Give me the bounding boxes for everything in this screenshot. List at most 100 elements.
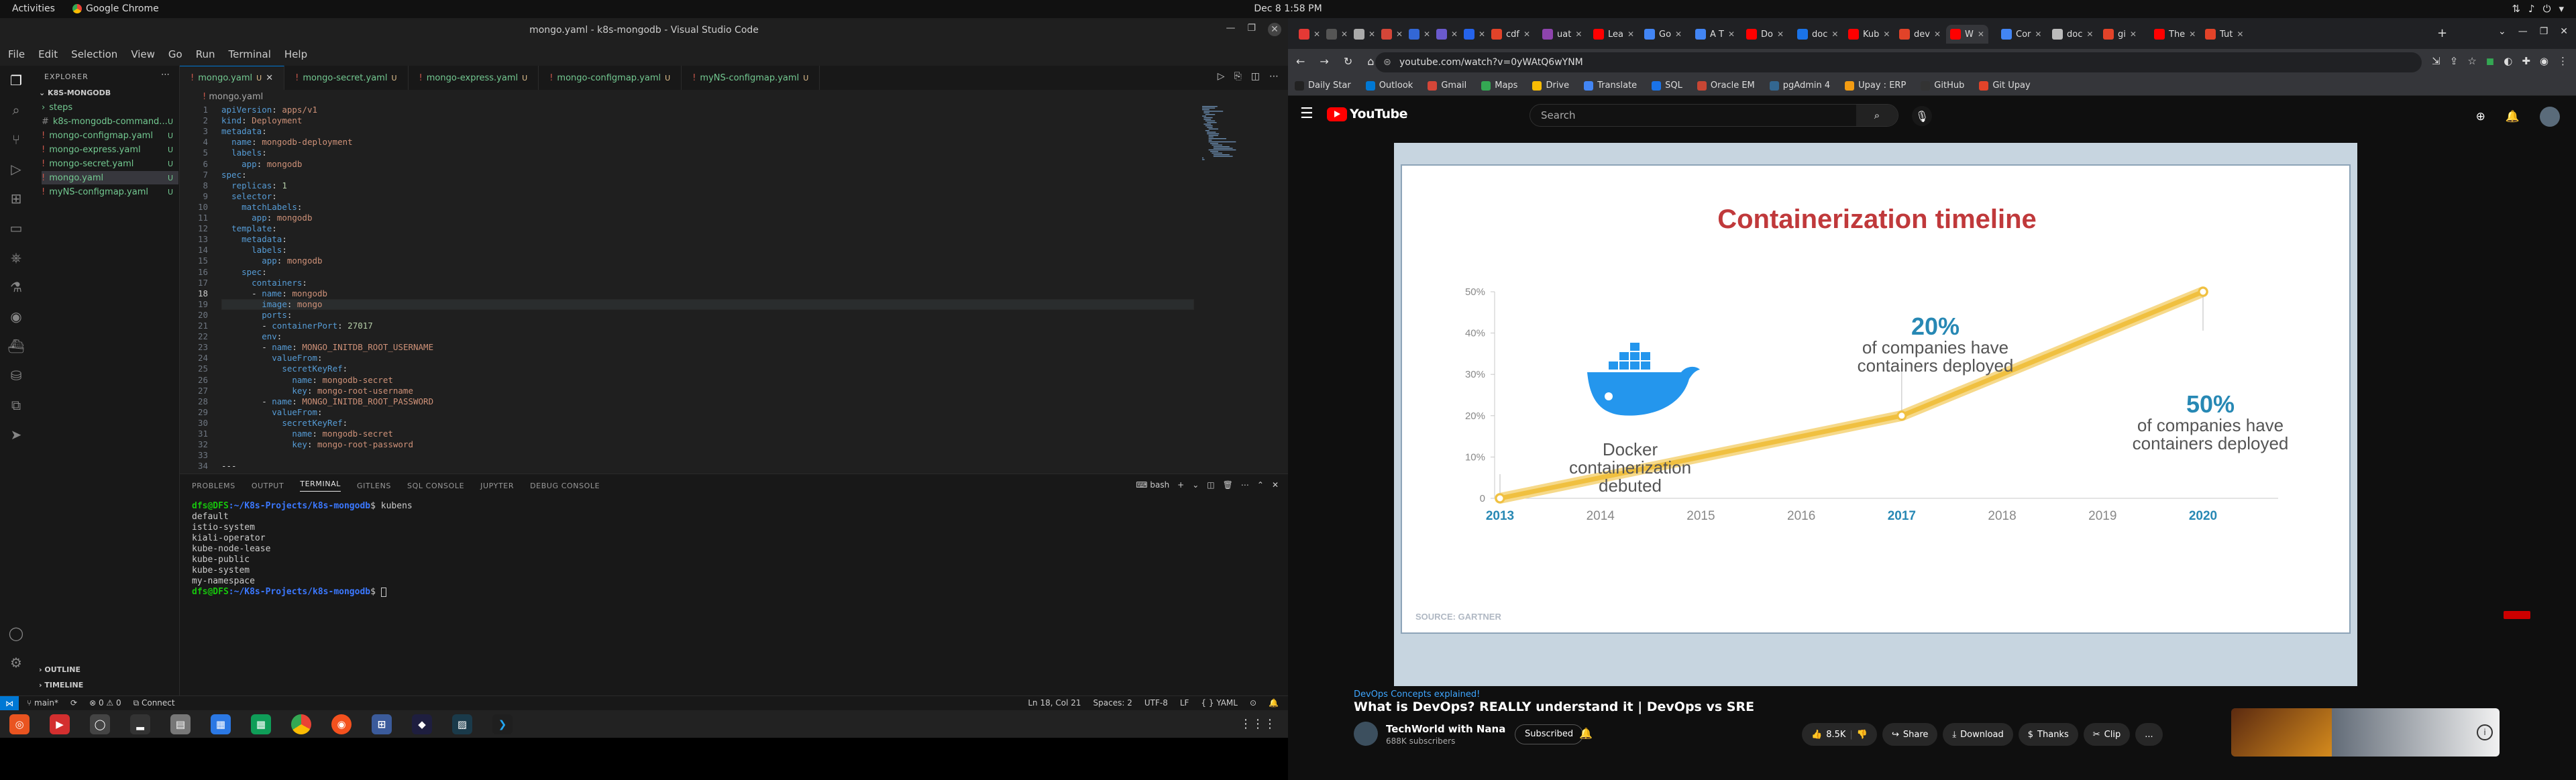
tab-close-icon[interactable]: ✕ (1627, 30, 1634, 39)
run-debug-icon[interactable]: ▷ (7, 160, 25, 178)
browser-tab[interactable]: Kub ✕ (1844, 25, 1894, 44)
browser-tab[interactable]: gi ✕ (2099, 25, 2141, 44)
bell-icon[interactable]: 🔔 (1269, 698, 1279, 708)
file-tree-item[interactable]: ! myNS-configmap.yaml U (42, 185, 178, 199)
app-icon[interactable]: ⊞ (372, 714, 392, 734)
editor-tab-active[interactable]: ! mongo.yaml U ✕ (180, 66, 285, 90)
browser-tab[interactable]: ✕ (1322, 25, 1352, 44)
tab-sql-console[interactable]: SQL CONSOLE (407, 482, 464, 490)
language-mode[interactable]: { } YAML (1201, 698, 1238, 708)
tab-close-icon[interactable]: ✕ (2189, 30, 2196, 39)
tab-close-icon[interactable]: ✕ (1451, 30, 1458, 39)
activities-button[interactable]: Activities (12, 3, 55, 14)
new-tab-icon[interactable]: + (2437, 26, 2447, 40)
extensions-icon[interactable]: ⊞ (7, 189, 25, 208)
docs-icon[interactable]: ▦ (211, 714, 231, 734)
bookmark-item[interactable]: pgAdmin 4 (1769, 80, 1830, 91)
clock[interactable]: Dec 8 1:58 PM (1221, 3, 1355, 14)
timeline-section[interactable]: › TIMELINE (39, 681, 83, 689)
account-icon[interactable]: ◯ (7, 624, 25, 643)
tab-jupyter[interactable]: JUPYTER (480, 482, 514, 490)
video-player[interactable]: Containerization timeline 0 10% 20% 30% 40% 5… (1394, 143, 2357, 686)
site-info-icon[interactable]: ⊜ (1383, 52, 1391, 72)
file-tree-item[interactable]: ! mongo-express.yaml U (42, 143, 178, 156)
browser-tab[interactable]: Lea ✕ (1589, 25, 1638, 44)
share-button[interactable]: ↪ Share (1882, 723, 1938, 746)
hamburger-menu-icon[interactable]: ☰ (1300, 105, 1313, 122)
menu-selection[interactable]: Selection (71, 48, 117, 60)
code-editor[interactable]: 1 apiVersion: apps/v1 2 kind: Deployment 3 me… (180, 105, 1288, 473)
bell-icon[interactable]: 🔔 (1579, 727, 1593, 740)
trash-icon[interactable]: 🗑 (1223, 480, 1233, 490)
browser-tab[interactable]: W ✕ (1946, 25, 1988, 44)
split-editor-icon[interactable]: ◫ (1251, 71, 1260, 82)
postman-icon[interactable]: ◉ (331, 714, 352, 734)
menu-run[interactable]: Run (196, 48, 215, 60)
line-endings[interactable]: LF (1180, 698, 1189, 708)
bookmark-star-icon[interactable]: ☆ (2467, 55, 2476, 67)
copy-icon[interactable]: ⧉ (7, 396, 25, 414)
tab-close-icon[interactable]: ✕ (1728, 30, 1735, 39)
browser-tab[interactable]: ✕ (1405, 25, 1434, 44)
tab-close-icon[interactable]: ✕ (1575, 30, 1582, 39)
browser-tab[interactable]: cdf ✕ (1487, 25, 1534, 44)
editor-tab[interactable]: ! myNS-configmap.yaml U (682, 66, 820, 90)
editor-tab[interactable]: ! mongo-secret.yaml U (284, 66, 409, 90)
subscribe-button[interactable]: Subscribed (1515, 724, 1584, 744)
breadcrumb[interactable]: ! mongo.yaml (180, 90, 1288, 105)
menu-file[interactable]: File (8, 48, 25, 60)
explorer-icon[interactable]: ❐ (7, 71, 25, 90)
chrome-icon[interactable] (291, 714, 311, 734)
ad-banner[interactable]: i (2231, 708, 2500, 757)
show-apps-icon[interactable]: ⋮⋮⋮ (1240, 717, 1276, 731)
tab-close-icon[interactable]: ✕ (2237, 30, 2243, 39)
app-icon[interactable]: ▶ (50, 714, 70, 734)
menu-terminal[interactable]: Terminal (229, 48, 271, 60)
browser-tab[interactable]: Do ✕ (1742, 25, 1788, 44)
project-folder[interactable]: ⌄ K8S-MONGODB (39, 89, 111, 97)
terminal-output[interactable]: dfs@DFS:~/K8s-Projects/k8s-mongodb$ kube… (192, 501, 413, 598)
info-icon[interactable]: i (2477, 724, 2493, 740)
split-terminal-icon[interactable]: ◫ (1207, 480, 1214, 490)
send-icon[interactable]: ➤ (7, 425, 25, 444)
app-icon[interactable]: ▨ (452, 714, 472, 734)
browser-tab[interactable]: ✕ (1377, 25, 1407, 44)
tab-debug-console[interactable]: DEBUG CONSOLE (530, 482, 600, 490)
maximize-icon[interactable]: ❐ (1247, 23, 1256, 36)
app-icon[interactable]: ◯ (90, 714, 110, 734)
sync-icon[interactable]: ⟳ (70, 698, 77, 708)
menu-help[interactable]: Help (284, 48, 307, 60)
connect-status[interactable]: ⧉ Connect (133, 698, 175, 708)
bookmark-item[interactable]: Drive (1532, 80, 1569, 91)
youtube-logo[interactable]: YouTube (1327, 107, 1407, 121)
share-icon[interactable]: ⇪ (2450, 55, 2459, 67)
database-icon[interactable]: ⛁ (7, 366, 25, 385)
files-icon[interactable]: ▤ (170, 714, 191, 734)
file-tree-item[interactable]: ! mongo-secret.yaml U (42, 157, 178, 170)
menu-view[interactable]: View (131, 48, 155, 60)
indentation[interactable]: Spaces: 2 (1093, 698, 1132, 708)
bookmark-item[interactable]: Outlook (1365, 80, 1413, 91)
minimize-icon[interactable]: — (1226, 23, 1235, 36)
ubuntu-icon[interactable]: ◎ (9, 714, 30, 734)
extension-icon[interactable]: ◐ (2504, 55, 2512, 67)
remote-indicator[interactable]: ⋈ (0, 696, 19, 711)
extension-icon[interactable]: ◼ (2486, 55, 2494, 67)
tab-close-icon[interactable]: ✕ (1883, 30, 1890, 39)
browser-tab[interactable]: The ✕ (2150, 25, 2200, 44)
search-icon[interactable]: ⌕ (1856, 105, 1898, 126)
browser-tab[interactable]: ✕ (1432, 25, 1462, 44)
encoding[interactable]: UTF-8 (1144, 698, 1168, 708)
tab-terminal[interactable]: TERMINAL (300, 480, 341, 492)
chevron-up-icon[interactable]: ⌃ (1257, 480, 1264, 490)
bookmark-item[interactable]: SQL (1652, 80, 1682, 91)
browser-tab[interactable]: doc ✕ (2048, 25, 2097, 44)
bookmark-item[interactable]: Daily Star (1295, 80, 1351, 91)
tab-problems[interactable]: PROBLEMS (192, 482, 235, 490)
jetbrains-icon[interactable]: ◆ (412, 714, 432, 734)
browser-tab[interactable]: Tut ✕ (2201, 25, 2247, 44)
close-icon[interactable]: ✕ (1272, 480, 1279, 490)
kubernetes-icon[interactable]: ⎈ (7, 248, 25, 267)
browser-tab[interactable]: dev ✕ (1895, 25, 1945, 44)
address-bar[interactable]: ⊜ youtube.com/watch?v=0yWAtQ6wYNM (1375, 52, 2422, 72)
